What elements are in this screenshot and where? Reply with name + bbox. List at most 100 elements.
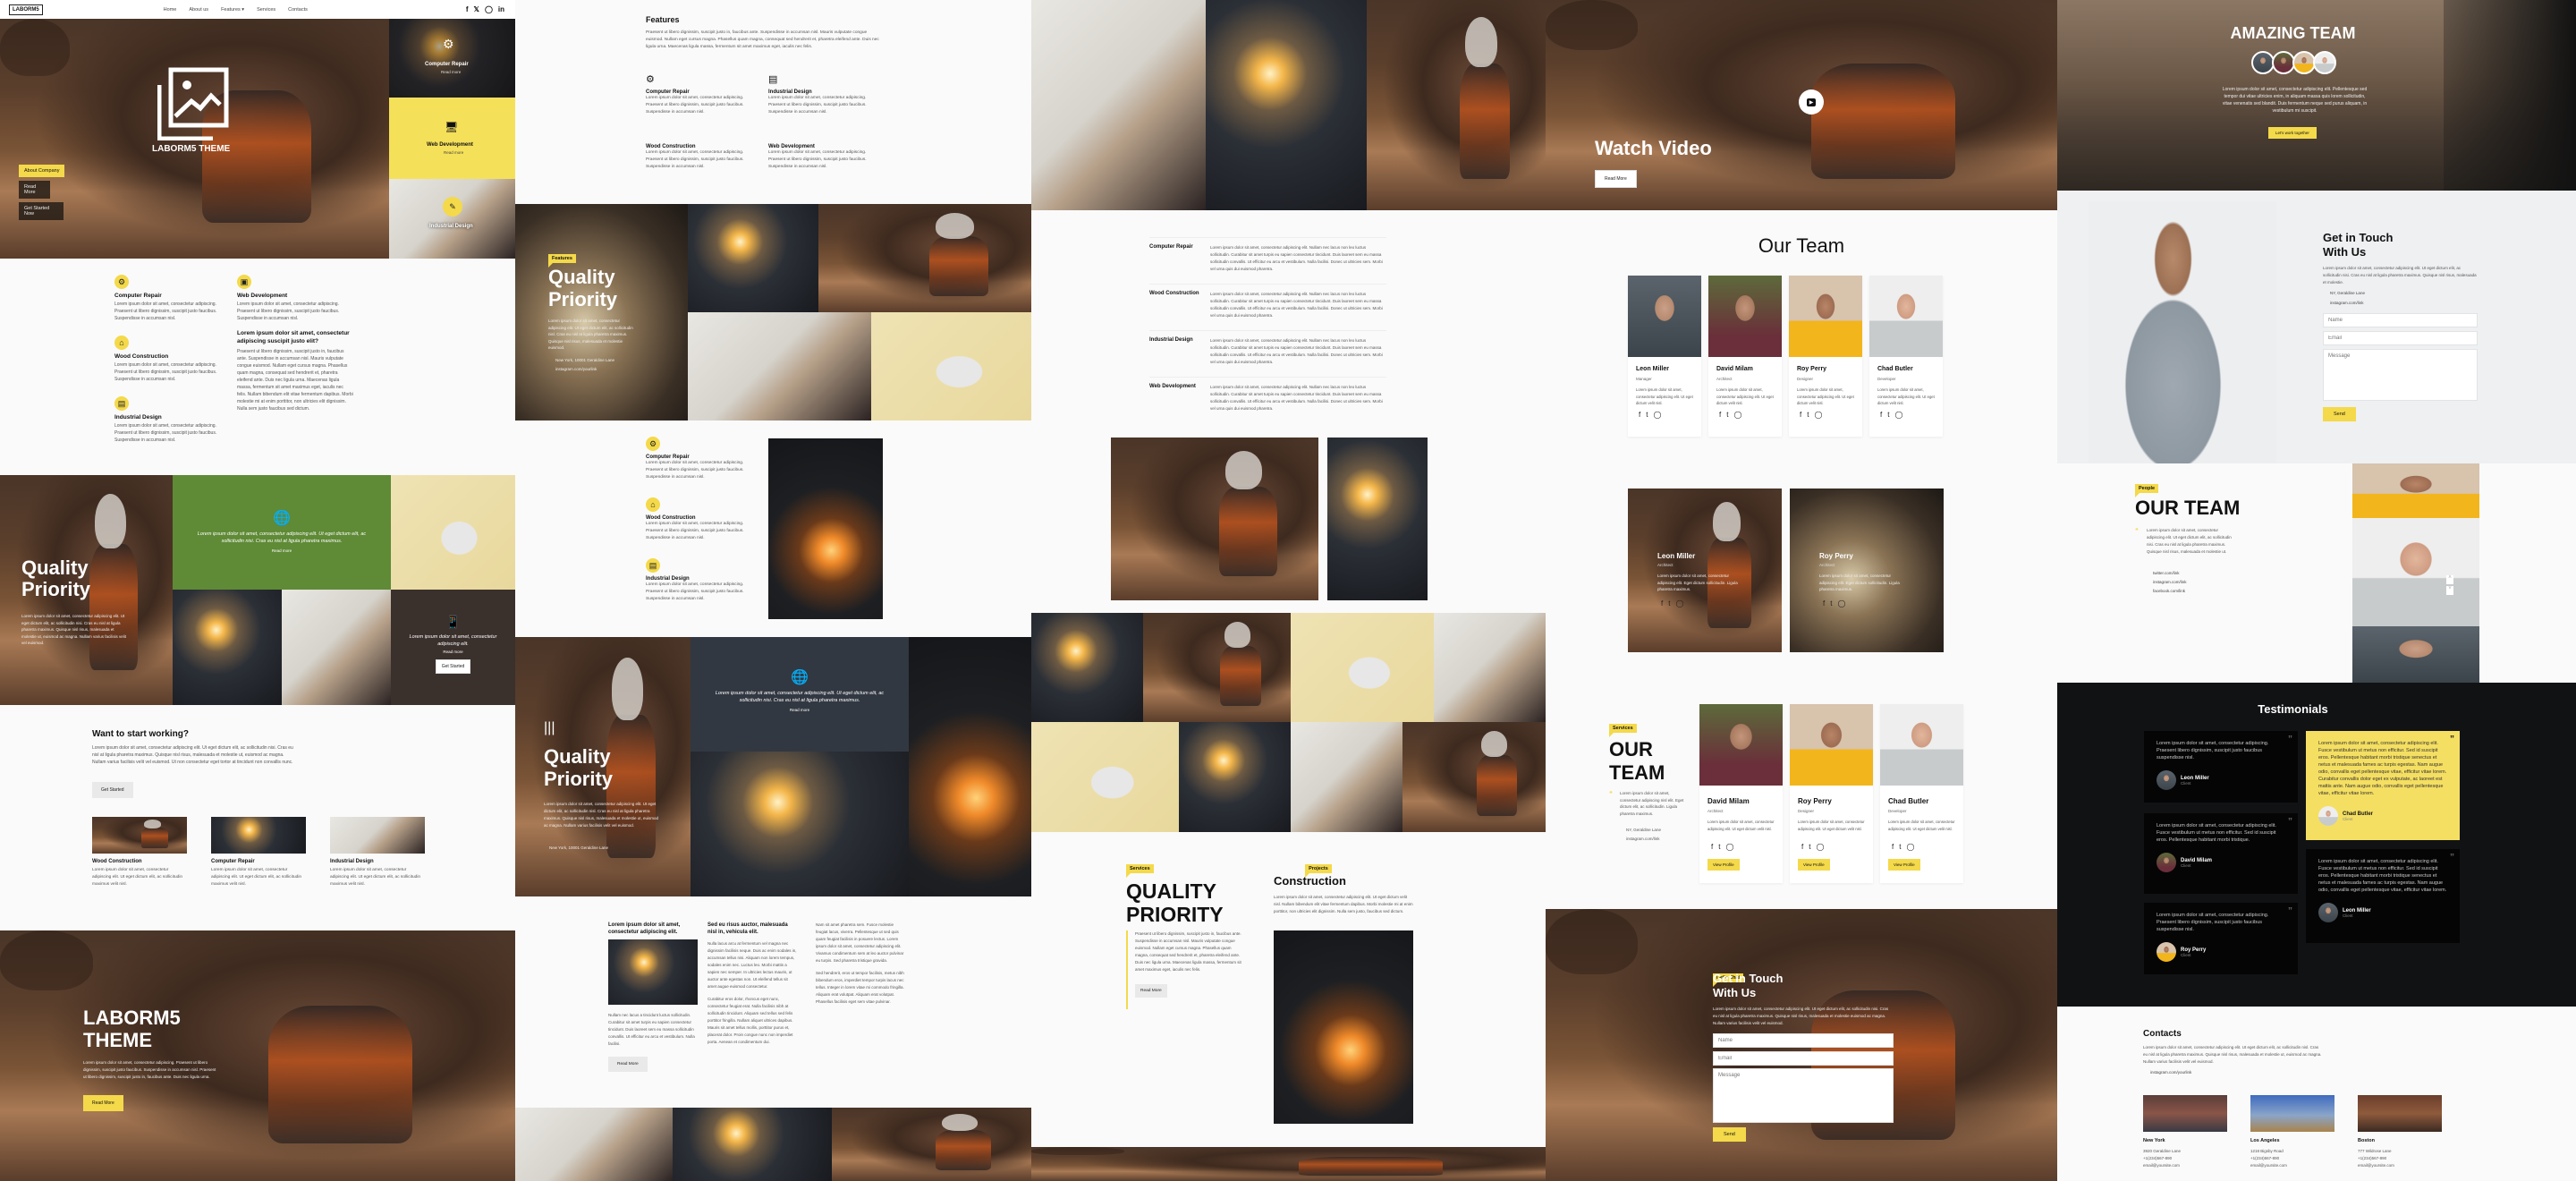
social-links: f t ◯ <box>1892 843 1914 851</box>
tile-link[interactable]: Read more <box>444 150 463 155</box>
tile-web-development[interactable]: 🖥 Web Development Read more <box>389 98 515 179</box>
team2-instagram[interactable]: instagram.com/link <box>1626 837 1660 841</box>
dark-tile-link[interactable]: Read more <box>391 650 515 654</box>
slider-up-button[interactable]: ˄ <box>2446 575 2453 584</box>
twitter-icon[interactable]: t <box>1830 599 1832 607</box>
start-title: Want to start working? <box>92 729 189 739</box>
read-more-button[interactable]: Read More <box>608 1057 648 1072</box>
email-input[interactable] <box>1713 1051 1894 1066</box>
item-text: Lorem ipsum dolor sit amet, consectetur … <box>646 522 744 540</box>
facebook-icon[interactable]: f <box>1823 599 1825 607</box>
instagram-icon[interactable]: ◯ <box>1814 411 1822 419</box>
lets-work-together-button[interactable]: Let's work together <box>2268 127 2317 139</box>
city-email[interactable]: email@yoursite.com <box>2358 1162 2442 1169</box>
slider-down-button[interactable]: ˅ <box>2446 586 2453 595</box>
about-company-button[interactable]: About Company <box>19 165 65 177</box>
quality-title: Quality Priority <box>21 557 91 600</box>
twitter-icon[interactable]: t <box>1726 411 1728 419</box>
name-input[interactable] <box>2323 313 2478 327</box>
facebook-icon[interactable]: f <box>466 5 469 13</box>
instagram-icon[interactable]: ◯ <box>1733 411 1741 419</box>
twitter-icon[interactable]: t <box>1718 843 1720 851</box>
features-section: ⚙ Computer Repair Lorem ipsum dolor sit … <box>0 259 515 475</box>
team-link[interactable]: instagram.com/link <box>2153 580 2187 584</box>
twitter-icon[interactable]: t <box>1887 411 1889 419</box>
twitter-icon[interactable]: t <box>1668 599 1670 607</box>
dark-tile-link[interactable]: Read more <box>691 708 909 712</box>
instagram-icon[interactable]: ◯ <box>1894 411 1902 419</box>
instagram-icon[interactable]: ◯ <box>485 5 493 13</box>
send-button[interactable]: Send <box>1713 1127 1746 1142</box>
play-button[interactable]: ▶ <box>1799 89 1824 115</box>
feature-title: Wood Construction <box>114 353 169 360</box>
quality-instagram[interactable]: instagram.com/yourlink <box>555 367 597 371</box>
tile-computer-repair[interactable]: ⚙ Computer Repair Read more <box>389 19 515 98</box>
facebook-icon[interactable]: f <box>1892 843 1894 851</box>
get-started-button[interactable]: Get Started Now <box>19 202 64 220</box>
read-more-button[interactable]: Read More <box>19 181 50 199</box>
twitter-icon[interactable]: 𝕏 <box>473 5 479 13</box>
twitter-icon[interactable]: t <box>1809 843 1810 851</box>
read-more-button[interactable]: Read More <box>1595 170 1637 188</box>
team-link[interactable]: twitter.com/link <box>2153 571 2180 575</box>
get-started-button[interactable]: Get Started <box>92 782 133 798</box>
contacts-instagram[interactable]: instagram.com/yourlink <box>2150 1070 2191 1075</box>
team-link[interactable]: facebook.com/link <box>2153 589 2185 593</box>
contact-instagram[interactable]: instagram.com/link <box>2330 301 2364 305</box>
view-profile-button[interactable]: View Profile <box>1707 859 1740 871</box>
navbar: LABORM5 Home About us Features ▾ Service… <box>0 0 515 19</box>
instagram-icon[interactable]: ◯ <box>1816 843 1824 851</box>
sparks-image <box>909 637 1031 896</box>
instagram-icon[interactable]: ◯ <box>1837 599 1845 607</box>
facebook-icon[interactable]: f <box>1661 599 1663 607</box>
twitter-icon[interactable]: t <box>1646 411 1648 419</box>
nav-services[interactable]: Services <box>257 7 275 13</box>
list-item: ⚙ Computer Repair Lorem ipsum dolor sit … <box>646 437 753 481</box>
member-text: Lorem ipsum dolor sit amet, consectetur … <box>1797 387 1854 405</box>
facebook-icon[interactable]: f <box>1800 411 1801 419</box>
member-role: Architect <box>1707 809 1724 813</box>
facebook-icon[interactable]: f <box>1639 411 1640 419</box>
get-started-button[interactable]: Get Started <box>435 659 471 674</box>
facebook-icon[interactable]: f <box>1801 843 1803 851</box>
facebook-icon[interactable]: f <box>1719 411 1721 419</box>
nav-features[interactable]: Features ▾ <box>221 7 244 13</box>
green-tile-link[interactable]: Read more <box>173 548 391 553</box>
send-button[interactable]: Send <box>2323 407 2356 421</box>
linkedin-icon[interactable]: in <box>498 5 504 13</box>
feature-text: Lorem ipsum dolor sit amet, consectetur … <box>768 96 867 115</box>
instagram-icon[interactable]: ◯ <box>1725 843 1733 851</box>
instagram-icon[interactable]: ◯ <box>1675 599 1683 607</box>
read-more-button[interactable]: Read More <box>1135 984 1167 998</box>
nav-contacts[interactable]: Contacts <box>288 7 308 13</box>
twitter-icon[interactable]: t <box>1807 411 1809 419</box>
email-input[interactable] <box>2323 331 2478 345</box>
city-email[interactable]: email@yoursite.com <box>2250 1162 2334 1169</box>
social-links: f t ◯ <box>1711 843 1733 851</box>
quote-icon: ❝ <box>1609 791 1613 797</box>
column-5: AMAZING TEAM Lorem ipsum dolor sit amet,… <box>2057 0 2576 1181</box>
nav-home[interactable]: Home <box>164 7 177 13</box>
instagram-icon[interactable]: ◯ <box>1906 843 1914 851</box>
facebook-icon[interactable]: f <box>1711 843 1713 851</box>
dark-tile-text: Lorem ipsum dolor sit amet, consectetur … <box>409 634 497 647</box>
city-address: 777 Wildrose Lane <box>2358 1149 2392 1153</box>
facebook-icon[interactable]: f <box>1880 411 1882 419</box>
quote-icon: ” <box>2288 817 2292 827</box>
author-role: Client <box>2181 780 2191 786</box>
feature-industrial-design: ▤ Industrial Design Lorem ipsum dolor si… <box>114 396 224 444</box>
twitter-icon[interactable]: t <box>1899 843 1901 851</box>
message-input[interactable] <box>1713 1068 1894 1123</box>
city-phone: +1(234)567-890 <box>2250 1156 2280 1160</box>
read-more-button[interactable]: Read More <box>83 1095 123 1111</box>
instagram-icon[interactable]: ◯ <box>1653 411 1661 419</box>
view-profile-button[interactable]: View Profile <box>1798 859 1830 871</box>
message-input[interactable] <box>2323 349 2478 401</box>
name-input[interactable] <box>1713 1033 1894 1048</box>
tile-link[interactable]: Read more <box>441 70 461 74</box>
logo[interactable]: LABORM5 <box>9 4 43 15</box>
city-email[interactable]: email@yoursite.com <box>2143 1162 2227 1169</box>
tile-industrial-design[interactable]: ✎ Industrial Design <box>389 179 515 259</box>
view-profile-button[interactable]: View Profile <box>1888 859 1920 871</box>
nav-about[interactable]: About us <box>189 7 208 13</box>
